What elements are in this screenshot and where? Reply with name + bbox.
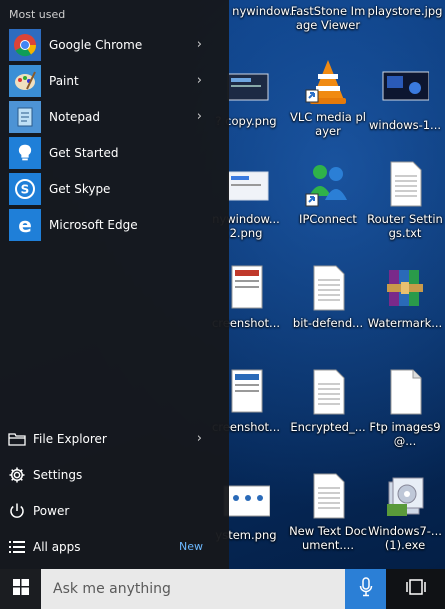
image-file-icon bbox=[222, 62, 270, 110]
image-file-icon bbox=[222, 368, 270, 416]
chevron-right-icon[interactable]: › bbox=[197, 431, 202, 446]
desktop-icon-windows[interactable]: windows-1... bbox=[365, 66, 445, 132]
paint-icon bbox=[9, 65, 41, 97]
start-button[interactable] bbox=[0, 569, 41, 609]
start-app-microsoft-edge[interactable]: e Microsoft Edge bbox=[0, 207, 229, 243]
start-app-get-started[interactable]: Get Started bbox=[0, 135, 229, 171]
skype-icon: S bbox=[9, 173, 41, 205]
app-label: Get Skype bbox=[49, 182, 111, 196]
new-badge: New bbox=[179, 540, 203, 553]
chevron-right-icon[interactable]: › bbox=[197, 73, 202, 88]
taskbar: Ask me anything bbox=[0, 569, 445, 609]
list-icon bbox=[7, 537, 27, 557]
svg-text:e: e bbox=[18, 213, 32, 237]
image-file-icon bbox=[222, 476, 271, 524]
text-file-icon bbox=[304, 368, 352, 416]
image-file-icon bbox=[381, 66, 430, 114]
users-icon bbox=[304, 160, 352, 208]
installer-icon bbox=[381, 472, 429, 520]
start-menu: Most used Google Chrome › Paint › Notepa… bbox=[0, 0, 229, 569]
image-file-icon bbox=[222, 160, 270, 208]
desktop-icon-vlc[interactable]: VLC media player bbox=[288, 58, 368, 138]
app-label: Microsoft Edge bbox=[49, 218, 138, 232]
gear-icon bbox=[7, 465, 27, 485]
text-file-icon bbox=[304, 472, 352, 520]
file-explorer-label: File Explorer bbox=[33, 432, 107, 446]
desktop-icon-bitdefender[interactable]: bit-defend... bbox=[288, 264, 368, 330]
all-apps-label: All apps bbox=[33, 540, 81, 554]
desktop-icon-ftp[interactable]: Ftp images9@... bbox=[365, 368, 445, 448]
settings-label: Settings bbox=[33, 468, 83, 482]
app-label: Get Started bbox=[49, 146, 119, 160]
chevron-right-icon[interactable]: › bbox=[197, 37, 202, 52]
search-placeholder: Ask me anything bbox=[53, 581, 171, 597]
desktop-icon-watermark[interactable]: Watermark... bbox=[365, 264, 445, 330]
start-app-google-chrome[interactable]: Google Chrome › bbox=[0, 27, 229, 63]
desktop-icon-ipconnect[interactable]: IPConnect bbox=[288, 160, 368, 226]
app-label: Paint bbox=[49, 74, 79, 88]
start-app-notepad[interactable]: Notepad › bbox=[0, 99, 229, 135]
app-label: Notepad bbox=[49, 110, 100, 124]
power-icon bbox=[7, 501, 27, 521]
desktop-icon-faststone[interactable]: FastStone Image Viewer bbox=[288, 4, 368, 32]
vlc-icon bbox=[304, 58, 352, 106]
blank-file-icon bbox=[381, 368, 429, 416]
archive-icon bbox=[381, 264, 429, 312]
lightbulb-icon bbox=[9, 137, 41, 169]
chevron-right-icon[interactable]: › bbox=[197, 109, 202, 124]
power-label: Power bbox=[33, 504, 70, 518]
text-file-icon bbox=[381, 160, 429, 208]
start-all-apps[interactable]: All apps New bbox=[0, 529, 229, 565]
microphone-button[interactable] bbox=[345, 569, 386, 609]
chrome-icon bbox=[9, 29, 41, 61]
start-file-explorer[interactable]: File Explorer › bbox=[0, 421, 229, 457]
desktop-icon-new-text-document[interactable]: New Text Document.... bbox=[288, 472, 368, 552]
desktop-icon-windows7-exe[interactable]: Windows7-... (1).exe bbox=[365, 472, 445, 552]
desktop-icon-router[interactable]: Router Settings.txt bbox=[365, 160, 445, 240]
notepad-icon bbox=[9, 101, 41, 133]
start-settings[interactable]: Settings bbox=[0, 457, 229, 493]
desktop-icon-encrypted[interactable]: Encrypted_... bbox=[288, 368, 368, 434]
desktop-icon-playstore[interactable]: playstore.jpg bbox=[365, 4, 445, 18]
search-input[interactable]: Ask me anything bbox=[41, 569, 345, 609]
svg-text:S: S bbox=[21, 183, 30, 197]
start-app-paint[interactable]: Paint › bbox=[0, 63, 229, 99]
folder-icon bbox=[7, 429, 27, 449]
microphone-icon bbox=[359, 577, 373, 601]
task-view-button[interactable] bbox=[386, 569, 445, 609]
text-file-icon bbox=[304, 264, 352, 312]
edge-icon: e bbox=[9, 209, 41, 241]
most-used-heading: Most used bbox=[9, 8, 66, 21]
app-label: Google Chrome bbox=[49, 38, 143, 52]
windows-logo-icon bbox=[12, 579, 29, 599]
start-power[interactable]: Power bbox=[0, 493, 229, 529]
task-view-icon bbox=[405, 579, 426, 599]
start-app-get-skype[interactable]: S Get Skype bbox=[0, 171, 229, 207]
image-file-icon bbox=[222, 264, 270, 312]
